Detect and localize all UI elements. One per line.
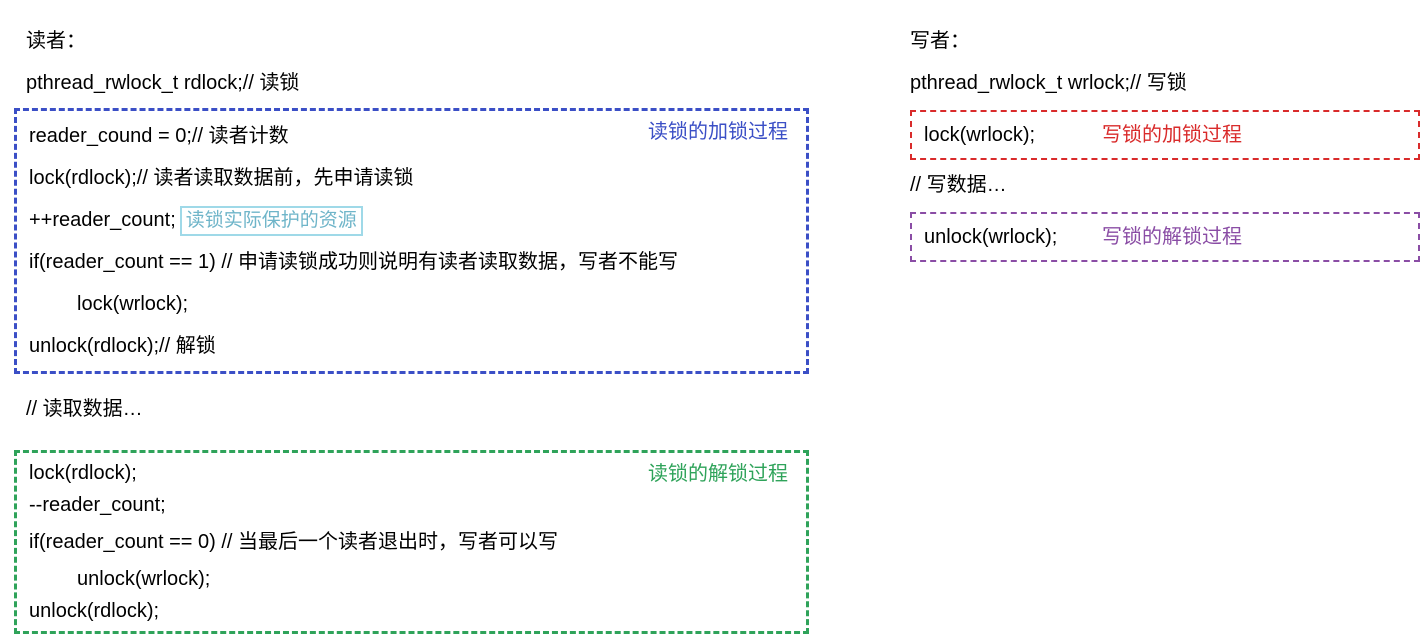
reader-unlock-l4: unlock(wrlock); [17, 563, 806, 595]
writer-column: 写者： pthread_rwlock_t wrlock;// 写锁 写锁的加锁过… [910, 20, 1420, 262]
reader-lock-l3-note: 读锁实际保护的资源 [180, 206, 363, 236]
writer-mid: // 写数据… [910, 164, 1420, 206]
reader-unlock-l2: --reader_count; [17, 489, 806, 521]
reader-decl: pthread_rwlock_t rdlock;// 读锁 [14, 62, 809, 104]
reader-lock-l3: ++reader_count;读锁实际保护的资源 [17, 199, 806, 241]
writer-unlock-box: 写锁的解锁过程 unlock(wrlock); [910, 212, 1420, 262]
writer-title: 写者： [910, 20, 1420, 62]
writer-lock-box: 写锁的加锁过程 lock(wrlock); [910, 110, 1420, 160]
writer-decl: pthread_rwlock_t wrlock;// 写锁 [910, 62, 1420, 104]
reader-lock-l5: lock(wrlock); [17, 283, 806, 325]
writer-lock-l1: lock(wrlock); [912, 114, 1418, 156]
reader-unlock-l5: unlock(rdlock); [17, 595, 806, 627]
reader-lock-box: 读锁的加锁过程 reader_cound = 0;// 读者计数 lock(rd… [14, 108, 809, 374]
reader-unlock-box: 读锁的解锁过程 lock(rdlock); --reader_count; if… [14, 450, 809, 634]
reader-title: 读者： [14, 20, 809, 62]
reader-mid: // 读取数据… [14, 388, 809, 430]
reader-lock-l4: if(reader_count == 1) // 申请读锁成功则说明有读者读取数… [17, 241, 806, 283]
reader-lock-l2: lock(rdlock);// 读者读取数据前，先申请读锁 [17, 157, 806, 199]
reader-unlock-l3: if(reader_count == 0) // 当最后一个读者退出时，写者可以… [17, 521, 806, 563]
reader-lock-l1: reader_cound = 0;// 读者计数 [17, 115, 806, 157]
reader-lock-l6: unlock(rdlock);// 解锁 [17, 325, 806, 367]
writer-unlock-l1: unlock(wrlock); [912, 216, 1418, 258]
reader-unlock-l1: lock(rdlock); [17, 457, 806, 489]
reader-lock-l3-code: ++reader_count; [29, 209, 176, 231]
reader-column: 读者： pthread_rwlock_t rdlock;// 读锁 读锁的加锁过… [14, 20, 809, 634]
